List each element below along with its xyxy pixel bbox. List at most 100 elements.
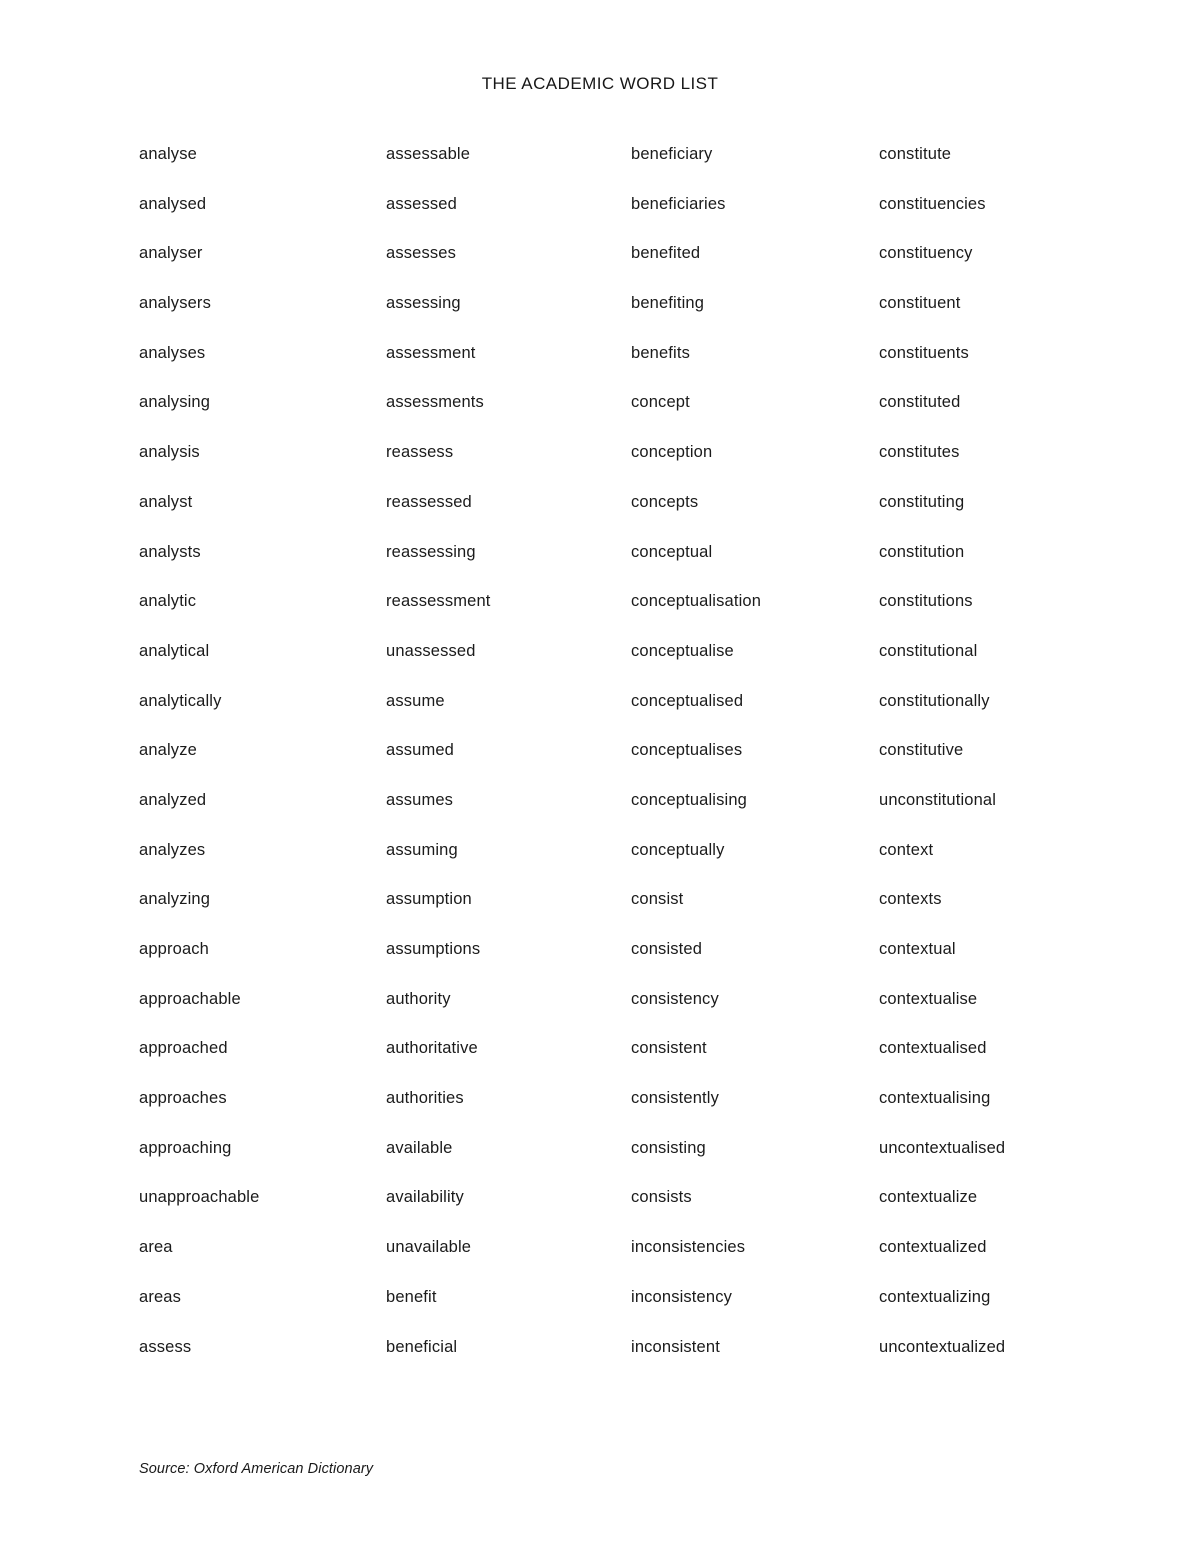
- word-item: analyst: [139, 492, 193, 511]
- word-item: contextualize: [879, 1188, 978, 1207]
- word-column-4: constitute constituencies constituency cons…: [879, 144, 1079, 1386]
- word-item: approached: [139, 1039, 228, 1058]
- word-column-2: assessable assessed assesses assessing asses…: [386, 144, 631, 1386]
- word-item: analytical: [139, 641, 210, 660]
- word-item: context: [879, 840, 934, 859]
- word-item: constituency: [879, 244, 973, 263]
- word-item: analyse: [139, 145, 197, 163]
- word-item: approaching: [139, 1138, 232, 1157]
- word-item: beneficiary: [631, 145, 713, 163]
- word-item: analysers: [139, 294, 211, 313]
- word-item: conception: [631, 443, 713, 462]
- word-item: contextualized: [879, 1238, 987, 1257]
- word-item: contextualizing: [879, 1287, 991, 1306]
- word-item: analyze: [139, 741, 197, 760]
- word-item: contextual: [879, 940, 956, 958]
- word-item: benefits: [631, 343, 690, 362]
- word-list-grid: analyse analysed analyser analysers analyses…: [139, 144, 1079, 1386]
- word-item: assessments: [386, 393, 484, 412]
- word-item: analytically: [139, 691, 222, 710]
- word-item: assessed: [386, 194, 457, 213]
- word-item: consisted: [631, 940, 703, 958]
- word-item: concept: [631, 393, 690, 412]
- word-item: consistently: [631, 1089, 720, 1108]
- word-item: availability: [386, 1188, 464, 1207]
- word-item: constitutional: [879, 641, 978, 660]
- word-item: consist: [631, 890, 684, 909]
- word-item: approaches: [139, 1089, 227, 1108]
- word-item: authority: [386, 989, 451, 1008]
- word-item: inconsistent: [631, 1337, 720, 1356]
- document-page: THE ACADEMIC WORD LIST analyse analysed an…: [0, 0, 1200, 1553]
- word-item: conceptualising: [631, 790, 747, 809]
- word-item: assessment: [386, 343, 476, 362]
- word-item: contextualise: [879, 989, 978, 1008]
- word-item: benefited: [631, 244, 701, 263]
- word-item: reassessed: [386, 492, 472, 511]
- word-item: analysts: [139, 542, 201, 561]
- word-item: analysing: [139, 393, 211, 412]
- word-item: approachable: [139, 989, 241, 1008]
- word-item: constitutes: [879, 443, 960, 462]
- word-item: consists: [631, 1188, 692, 1207]
- word-item: analyzed: [139, 790, 207, 809]
- word-item: reassessing: [386, 542, 476, 561]
- word-item: analyser: [139, 244, 203, 263]
- word-item: constituencies: [879, 194, 986, 213]
- word-column-3: beneficiary beneficiaries benefited benefit…: [631, 144, 879, 1386]
- word-item: assumed: [386, 741, 455, 760]
- word-item: conceptual: [631, 542, 713, 561]
- word-item: assumes: [386, 790, 454, 809]
- word-item: constituted: [879, 393, 961, 412]
- word-item: reassessment: [386, 592, 491, 611]
- word-item: consistency: [631, 989, 719, 1008]
- word-item: analysis: [139, 443, 200, 462]
- word-item: analyzing: [139, 890, 211, 909]
- word-item: available: [386, 1138, 453, 1157]
- word-item: assuming: [386, 840, 458, 859]
- word-item: uncontextualised: [879, 1138, 1006, 1157]
- word-item: conceptualised: [631, 691, 744, 710]
- word-item: constituting: [879, 492, 965, 511]
- word-item: assume: [386, 691, 445, 710]
- word-item: analysed: [139, 194, 207, 213]
- word-item: benefiting: [631, 294, 705, 313]
- word-item: contexts: [879, 890, 942, 909]
- word-item: authorities: [386, 1089, 464, 1108]
- word-item: assessing: [386, 294, 461, 313]
- word-item: benefit: [386, 1287, 437, 1306]
- word-item: conceptualisation: [631, 592, 762, 611]
- word-item: unconstitutional: [879, 790, 997, 809]
- word-item: consistent: [631, 1039, 707, 1058]
- word-item: unassessed: [386, 641, 476, 660]
- word-item: beneficial: [386, 1337, 458, 1356]
- word-item: consisting: [631, 1138, 706, 1157]
- word-item: reassess: [386, 443, 454, 462]
- word-item: beneficiaries: [631, 194, 726, 213]
- word-item: conceptually: [631, 840, 725, 859]
- word-item: constitutive: [879, 741, 964, 760]
- word-item: conceptualise: [631, 641, 734, 660]
- word-item: constitute: [879, 145, 952, 163]
- word-item: concepts: [631, 492, 699, 511]
- word-item: approach: [139, 940, 210, 958]
- word-column-1: analyse analysed analyser analysers analyses…: [139, 144, 386, 1386]
- word-item: authoritative: [386, 1039, 478, 1058]
- word-item: contextualising: [879, 1089, 991, 1108]
- word-item: assess: [139, 1337, 192, 1356]
- word-item: constitutions: [879, 592, 973, 611]
- word-item: uncontextualized: [879, 1337, 1006, 1356]
- word-item: constitution: [879, 542, 965, 561]
- word-item: analytic: [139, 592, 197, 611]
- word-item: areas: [139, 1287, 182, 1306]
- word-item: unapproachable: [139, 1188, 260, 1207]
- word-item: assumption: [386, 890, 472, 909]
- source-attribution: Source: Oxford American Dictionary: [139, 1461, 374, 1477]
- word-item: area: [139, 1238, 173, 1257]
- word-item: inconsistencies: [631, 1238, 746, 1257]
- word-item: unavailable: [386, 1238, 472, 1257]
- word-item: constituent: [879, 294, 961, 313]
- word-item: conceptualises: [631, 741, 743, 760]
- page-title: THE ACADEMIC WORD LIST: [481, 74, 719, 93]
- word-item: contextualised: [879, 1039, 987, 1058]
